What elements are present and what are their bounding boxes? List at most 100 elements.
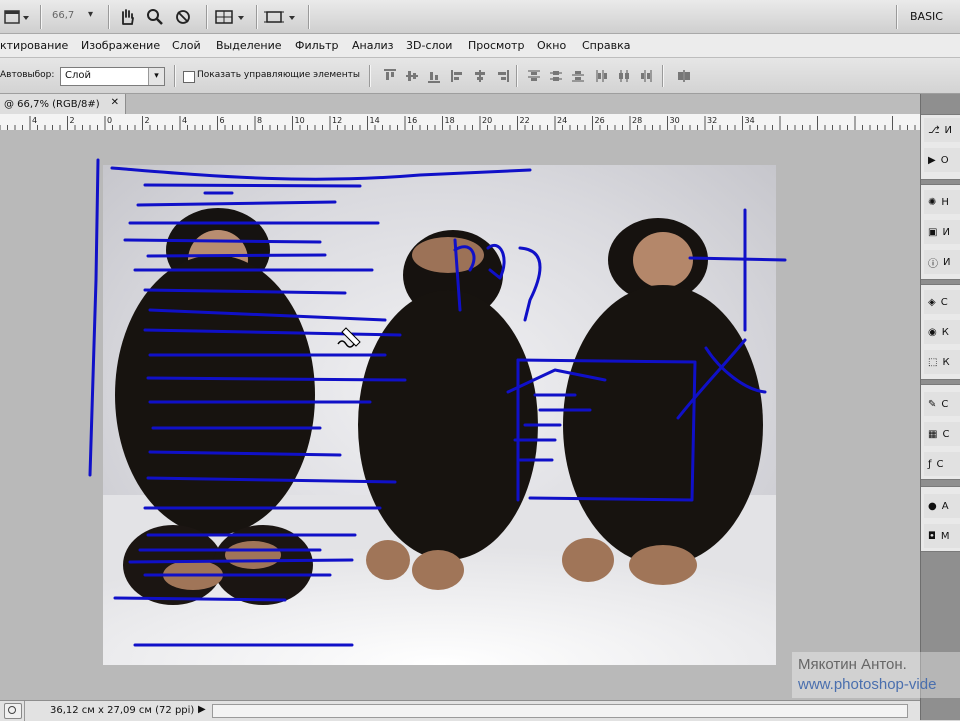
screen-mode-button[interactable] — [2, 7, 32, 27]
zoom-level-field[interactable]: 66,7 ▾ — [52, 9, 98, 21]
ruler-label: 8 — [257, 116, 262, 125]
align-vcenter-button[interactable] — [404, 68, 420, 84]
annotation-stroke — [506, 368, 607, 394]
align-vertical-center-icon — [406, 71, 418, 81]
arrange-documents-button[interactable] — [214, 7, 250, 27]
screen-frame-button[interactable] — [262, 7, 302, 27]
panel-history-button[interactable]: ⎇ И — [924, 118, 960, 142]
auto-align-layers-button[interactable] — [676, 68, 692, 84]
distribute-vcenter-button[interactable] — [548, 68, 564, 84]
panel-transform-button[interactable]: ⬚ К — [924, 350, 960, 374]
annotation-stroke — [136, 200, 337, 207]
panel-adjustments-button[interactable]: ✺ Н — [924, 190, 960, 214]
align-hcenter-button[interactable] — [472, 68, 488, 84]
panel-image-button[interactable]: ▣ И — [924, 220, 960, 244]
panel-label: С — [940, 296, 948, 308]
align-bottom-button[interactable] — [426, 68, 442, 84]
transform-icon: ⬚ — [928, 356, 938, 368]
align-right-button[interactable] — [494, 68, 510, 84]
menu-3d[interactable]: 3D-слои — [406, 39, 452, 52]
ruler-label: 18 — [445, 116, 455, 125]
panel-notes-button[interactable]: ◘ М — [924, 524, 960, 548]
brush-cursor-icon — [337, 327, 361, 348]
annotation-stroke — [148, 450, 342, 457]
chevron-down-icon: ▾ — [88, 9, 94, 20]
menu-layer[interactable]: Слой — [172, 39, 201, 52]
horizontal-scrollbar[interactable] — [212, 704, 908, 718]
watermark: Мякотин Антон. www.photoshop-vide — [792, 652, 960, 698]
annotation-stroke — [676, 338, 767, 420]
panel-paths-button[interactable]: ✎ С — [924, 392, 960, 416]
menu-image[interactable]: Изображение — [81, 39, 160, 52]
zoom-tool-button[interactable] — [144, 6, 166, 28]
panel-label: С — [936, 458, 944, 470]
menu-filter[interactable]: Фильтр — [295, 39, 339, 52]
ruler-label: 4 — [182, 116, 187, 125]
panel-layers-button[interactable]: ◈ С — [924, 290, 960, 314]
annotation-stroke — [688, 256, 787, 262]
distribute-bottom-button[interactable] — [570, 68, 586, 84]
channels-icon: ▦ — [928, 428, 938, 440]
menu-edit[interactable]: ктирование — [0, 39, 68, 52]
ruler-ticks: 4 2 0 2 4 6 8 10 12 14 16 18 20 22 24 26 28 30 32 34 — [0, 116, 916, 130]
workspace-label: BASIC — [910, 10, 943, 23]
align-top-button[interactable] — [382, 68, 398, 84]
drawing-annotations — [88, 158, 787, 647]
screen-frame-icon — [264, 11, 295, 23]
autoselect-dropdown[interactable]: Слой ▾ — [60, 67, 165, 86]
ruler-label: 26 — [595, 116, 605, 125]
panel-actions-button[interactable]: ▶ О — [924, 148, 960, 172]
ruler-label: 16 — [407, 116, 417, 125]
ruler-label: 32 — [707, 116, 717, 125]
ruler-label: 4 — [32, 116, 37, 125]
chevron-down-icon: ▾ — [148, 68, 164, 85]
panel-brush-button[interactable]: ● А — [924, 494, 960, 518]
panel-label: М — [940, 530, 950, 542]
panel-channels-button[interactable]: ▦ С — [924, 422, 960, 446]
distribute-left-button[interactable] — [594, 68, 610, 84]
status-arrow-icon[interactable]: ▶ — [198, 704, 206, 715]
align-right-icon — [498, 70, 509, 82]
document-size-info: 36,12 см x 27,09 см (72 ppi) — [50, 705, 195, 716]
menu-help[interactable]: Справка — [582, 39, 630, 52]
ruler-label: 24 — [557, 116, 567, 125]
rotate-view-icon — [176, 10, 190, 24]
distribute-right-button[interactable] — [638, 68, 654, 84]
document-tabs: @ 66,7% (RGB/8#) ✕ — [0, 94, 920, 114]
menu-view[interactable]: Просмотр — [468, 39, 524, 52]
workspace-switcher[interactable]: BASIC — [910, 10, 943, 23]
status-menu-button[interactable] — [4, 703, 22, 719]
annotation-stroke — [148, 308, 387, 322]
document-workspace — [0, 130, 920, 700]
distribute-left-icon — [596, 70, 607, 82]
panel-masks-button[interactable]: ◉ К — [924, 320, 960, 344]
ruler-label: 6 — [220, 116, 225, 125]
options-bar: Автовыбор: Слой ▾ Показать управляющие э… — [0, 58, 960, 94]
annotation-stroke — [110, 166, 532, 181]
distribute-top-button[interactable] — [526, 68, 542, 84]
align-left-button[interactable] — [450, 68, 466, 84]
rotate-view-button[interactable] — [172, 6, 194, 28]
ruler-label: 34 — [745, 116, 755, 125]
arrange-documents-icon — [215, 10, 244, 24]
image-icon: ▣ — [928, 226, 938, 238]
hand-tool-button[interactable] — [116, 6, 138, 28]
menu-select[interactable]: Выделение — [216, 39, 282, 52]
panel-label: К — [941, 326, 949, 338]
distribute-hcenter-button[interactable] — [616, 68, 632, 84]
status-options-icon — [8, 706, 16, 714]
document-tab[interactable]: @ 66,7% (RGB/8#) ✕ — [0, 94, 126, 114]
distribute-horizontal-center-icon — [619, 70, 629, 82]
menu-window[interactable]: Окно — [537, 39, 566, 52]
menu-analysis[interactable]: Анализ — [352, 39, 394, 52]
actions-icon: ▶ — [928, 154, 936, 166]
close-icon[interactable]: ✕ — [111, 97, 119, 108]
auto-align-icon — [678, 70, 690, 82]
panel-styles-button[interactable]: ƒС — [924, 452, 960, 476]
application-bar: 66,7 ▾ BASIC — [0, 0, 960, 34]
annotation-stroke — [146, 253, 327, 258]
ruler-label: 20 — [482, 116, 492, 125]
annotation-stroke — [128, 558, 354, 564]
show-controls-checkbox[interactable] — [183, 71, 195, 83]
panel-info-button[interactable]: ⓘ И — [924, 250, 960, 274]
